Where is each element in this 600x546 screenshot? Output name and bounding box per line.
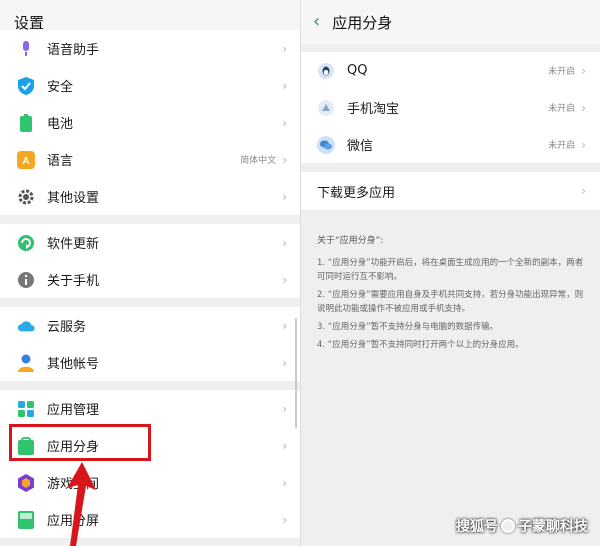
chevron-right-icon: › bbox=[282, 41, 287, 56]
download-more-group: 下载更多应用 › bbox=[301, 172, 600, 210]
mic-icon bbox=[17, 40, 35, 58]
chevron-right-icon: › bbox=[282, 475, 287, 490]
app-clone-header: ‹ 应用分身 bbox=[301, 0, 600, 44]
settings-item-split-screen[interactable]: 应用分屏 › bbox=[0, 501, 301, 538]
chevron-right-icon: › bbox=[581, 100, 586, 115]
settings-item-voice-assistant[interactable]: 语音助手 › bbox=[0, 30, 301, 67]
qq-icon bbox=[317, 62, 335, 80]
settings-item-other-settings[interactable]: 其他设置 › bbox=[0, 178, 301, 215]
chevron-right-icon: › bbox=[282, 189, 287, 204]
settings-item-cloud-service[interactable]: 云服务 › bbox=[0, 307, 301, 344]
watermark: 搜狐号 子蒙聊科技 bbox=[456, 516, 588, 536]
app-name: QQ bbox=[347, 63, 368, 78]
chevron-right-icon: › bbox=[282, 235, 287, 250]
note-item: 3. “应用分身”暂不支持分身与电脑的数据传输。 bbox=[317, 322, 499, 332]
app-name: 手机淘宝 bbox=[347, 102, 400, 117]
language-icon: A bbox=[17, 150, 35, 169]
app-item-qq[interactable]: QQ 未开启 › bbox=[301, 52, 600, 89]
chevron-right-icon: › bbox=[282, 152, 287, 167]
chevron-right-icon: › bbox=[581, 63, 586, 78]
watermark-suffix: 子蒙聊科技 bbox=[518, 519, 588, 535]
highlight-box bbox=[9, 424, 151, 461]
svg-text:A: A bbox=[22, 156, 29, 167]
settings-item-other-accounts[interactable]: 其他帐号 › bbox=[0, 344, 301, 381]
cloud-icon bbox=[17, 317, 35, 335]
settings-group-2: 软件更新 › 关于手机 › bbox=[0, 224, 301, 298]
settings-item-label: 语言 bbox=[47, 154, 74, 169]
settings-item-label: 云服务 bbox=[47, 320, 87, 335]
app-status: 未开启 bbox=[548, 141, 576, 151]
settings-item-label: 应用管理 bbox=[47, 403, 100, 418]
settings-item-game-space[interactable]: 游戏空间 › bbox=[0, 464, 301, 501]
wechat-icon bbox=[317, 135, 335, 154]
chevron-right-icon: › bbox=[282, 512, 287, 527]
download-more-apps[interactable]: 下载更多应用 › bbox=[301, 172, 600, 210]
gear-icon bbox=[17, 188, 35, 206]
chevron-right-icon: › bbox=[282, 438, 287, 453]
download-more-label: 下载更多应用 bbox=[317, 185, 396, 201]
settings-item-app-management[interactable]: 应用管理 › bbox=[0, 390, 301, 427]
settings-item-label: 软件更新 bbox=[47, 237, 100, 252]
red-arrow-icon bbox=[67, 462, 96, 546]
settings-item-label: 语音助手 bbox=[47, 43, 100, 58]
split-screen-icon bbox=[17, 510, 35, 529]
note-item: 1. “应用分身”功能开启后，将在桌面生成应用的一个全新的副本，两者可同时运行互… bbox=[317, 258, 584, 282]
chevron-right-icon: › bbox=[581, 137, 586, 152]
language-value: 简体中文 bbox=[240, 156, 277, 166]
page-title: 应用分身 bbox=[332, 13, 393, 32]
shield-icon bbox=[17, 76, 35, 95]
taobao-icon bbox=[317, 99, 335, 117]
chevron-right-icon: › bbox=[282, 318, 287, 333]
settings-item-label: 安全 bbox=[47, 80, 74, 95]
watermark-prefix: 搜狐号 bbox=[456, 519, 498, 535]
settings-panel: 设置 语音助手 › 安全 › 电池 › A 语言 简体中文 › 其他设置 › 软… bbox=[0, 0, 301, 546]
note-title: 关于“应用分身”: bbox=[317, 236, 384, 246]
battery-icon bbox=[17, 113, 35, 132]
chevron-right-icon: › bbox=[581, 184, 586, 198]
app-grid-icon bbox=[17, 400, 35, 418]
app-status: 未开启 bbox=[548, 67, 576, 77]
app-clone-panel: ‹ 应用分身 QQ 未开启 › 手机淘宝 未开启 › 微信 未开启 › 下载更多… bbox=[301, 0, 600, 546]
chevron-right-icon: › bbox=[282, 355, 287, 370]
settings-item-software-update[interactable]: 软件更新 › bbox=[0, 224, 301, 261]
chevron-right-icon: › bbox=[282, 115, 287, 130]
settings-group-3: 云服务 › 其他帐号 › bbox=[0, 307, 301, 381]
settings-item-label: 电池 bbox=[47, 117, 74, 132]
settings-item-security[interactable]: 安全 › bbox=[0, 67, 301, 104]
settings-item-battery[interactable]: 电池 › bbox=[0, 104, 301, 141]
settings-item-label: 其他帐号 bbox=[47, 357, 100, 372]
info-icon bbox=[17, 271, 35, 289]
note-item: 2. “应用分身”需要应用自身及手机共同支持，若分身功能出现异常，则说明此功能或… bbox=[317, 290, 584, 314]
game-space-icon bbox=[17, 473, 35, 492]
chevron-right-icon: › bbox=[282, 401, 287, 416]
watermark-logo-icon bbox=[501, 519, 515, 533]
settings-group-1: 语音助手 › 安全 › 电池 › A 语言 简体中文 › 其他设置 › bbox=[0, 30, 301, 215]
note-item: 4. “应用分身”暂不支持同时打开两个以上的分身应用。 bbox=[317, 340, 524, 350]
settings-group-4: 应用管理 › 应用分身 › 游戏空间 › 应用分屏 › bbox=[0, 390, 301, 538]
settings-item-label: 关于手机 bbox=[47, 274, 100, 289]
scrollbar[interactable] bbox=[295, 318, 297, 428]
app-item-wechat[interactable]: 微信 未开启 › bbox=[301, 126, 600, 163]
chevron-right-icon: › bbox=[282, 272, 287, 287]
about-app-clone-note: 关于“应用分身”: 1. “应用分身”功能开启后，将在桌面生成应用的一个全新的副… bbox=[301, 219, 600, 352]
settings-item-about-phone[interactable]: 关于手机 › bbox=[0, 261, 301, 298]
app-name: 微信 bbox=[347, 139, 374, 154]
chevron-right-icon: › bbox=[282, 78, 287, 93]
back-arrow-icon[interactable]: ‹ bbox=[313, 13, 320, 31]
account-icon bbox=[17, 354, 35, 372]
update-icon bbox=[17, 234, 35, 252]
app-status: 未开启 bbox=[548, 104, 576, 114]
app-list: QQ 未开启 › 手机淘宝 未开启 › 微信 未开启 › bbox=[301, 52, 600, 163]
app-item-taobao[interactable]: 手机淘宝 未开启 › bbox=[301, 89, 600, 126]
settings-item-language[interactable]: A 语言 简体中文 › bbox=[0, 141, 301, 178]
settings-item-label: 其他设置 bbox=[47, 191, 100, 206]
